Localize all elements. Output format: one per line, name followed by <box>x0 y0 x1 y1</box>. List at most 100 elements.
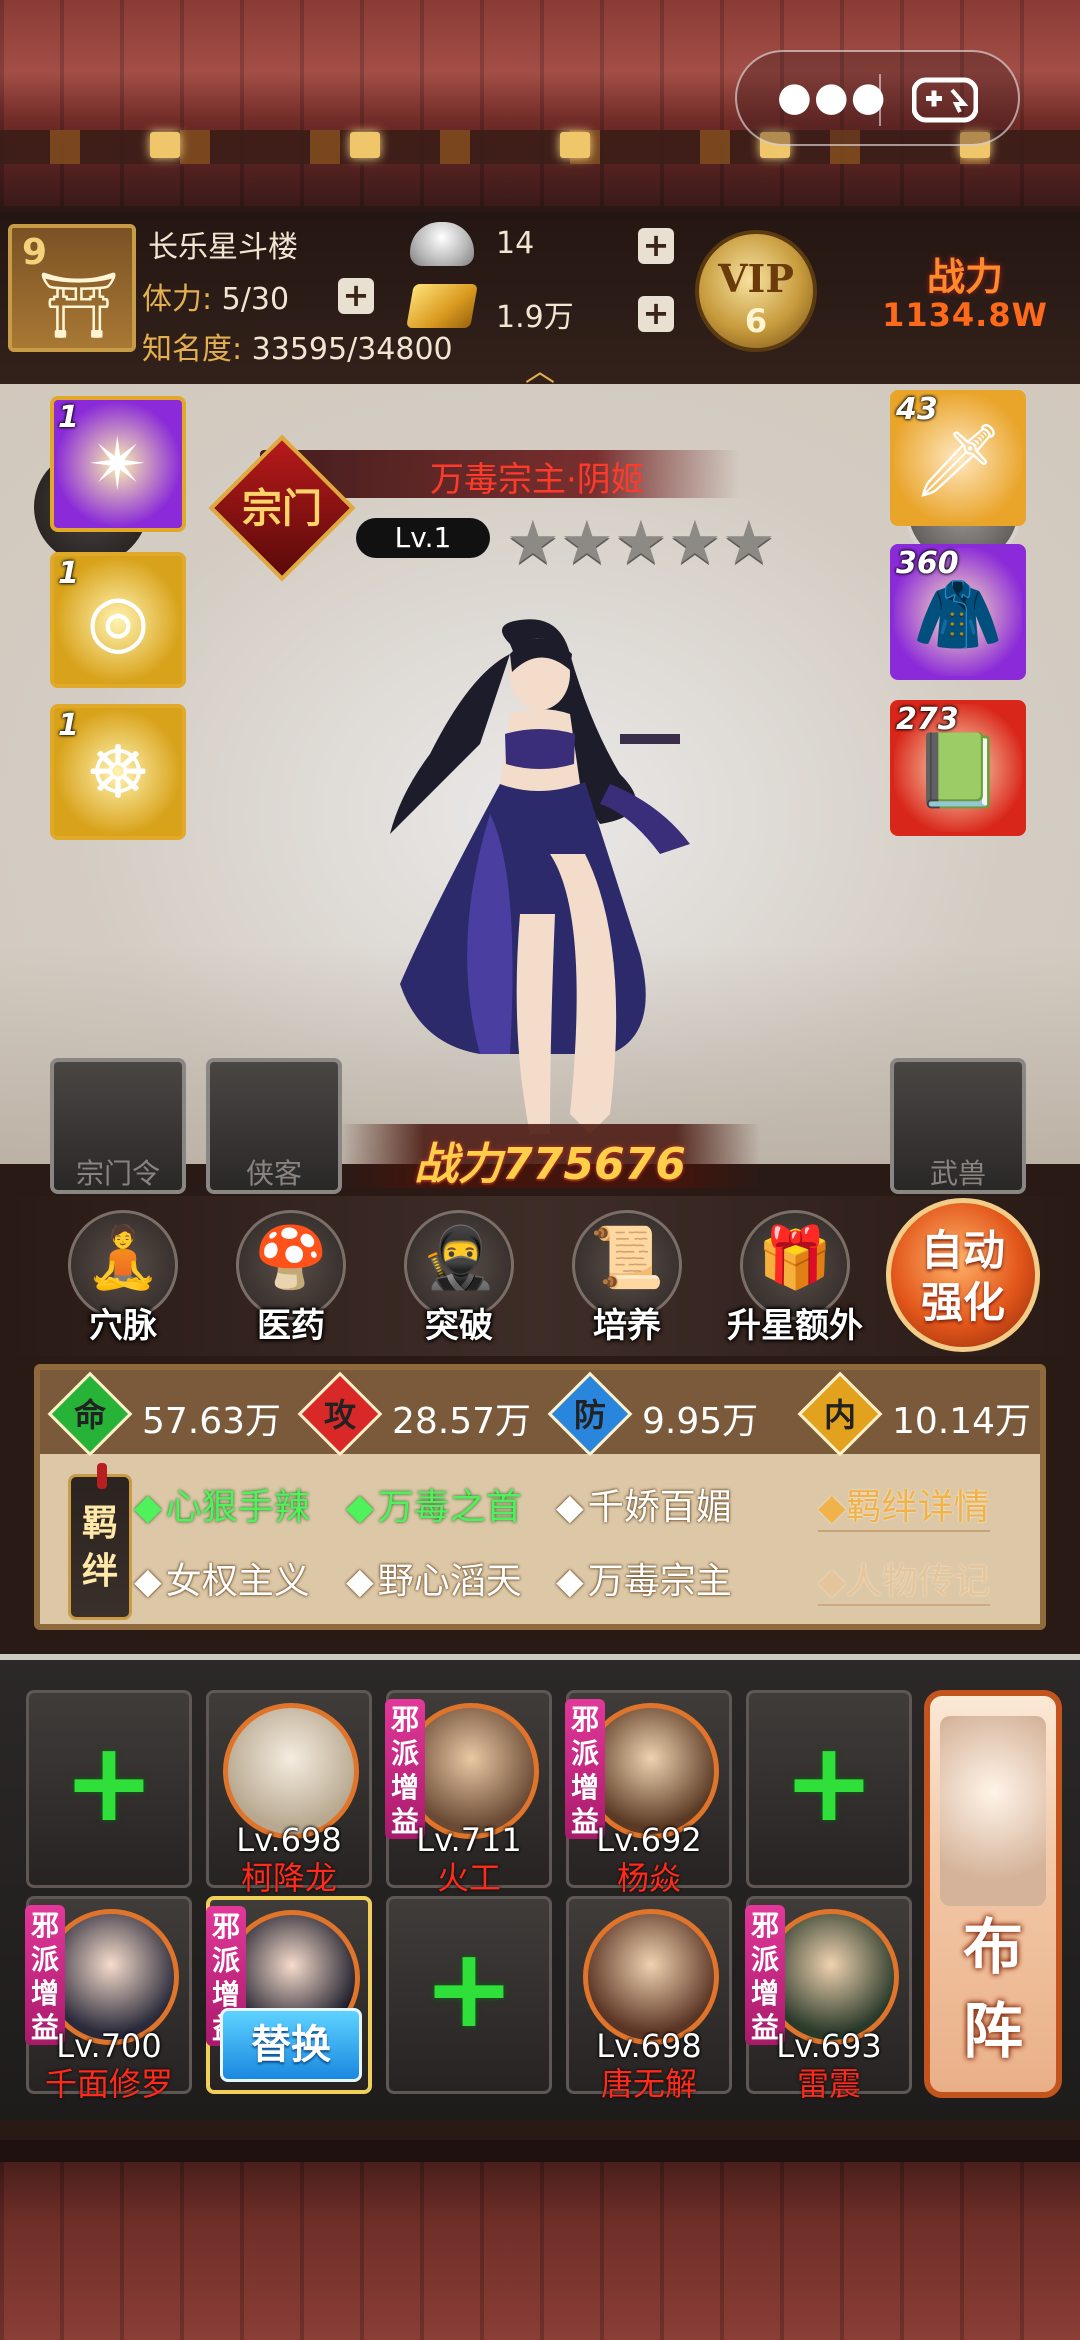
add-stamina-button[interactable]: + <box>338 278 374 314</box>
breakthrough-label: 突破 <box>425 1306 493 1346</box>
stats-panel: 命 57.63万 攻 28.57万 防 9.95万 内 10.14万 羁绊 ◆ 心… <box>34 1364 1046 1630</box>
medicine-button[interactable]: 🍄 医药 <box>226 1210 356 1360</box>
team-slot[interactable]: Lv.698 柯降龙 <box>206 1690 372 1897</box>
add-hero-icon: + <box>422 1924 516 2052</box>
star-icon: ★ <box>668 508 722 578</box>
sect-token-slot[interactable]: 宗门令 <box>50 1058 186 1194</box>
hp-stat: 命 57.63万 <box>47 1371 290 1457</box>
train-button[interactable]: 📜 培养 <box>562 1210 692 1360</box>
auto-strengthen-button[interactable]: 自动 强化 <box>886 1198 1040 1352</box>
diamond-icon: ◆ <box>556 1561 584 1602</box>
companion-slot[interactable]: 侠客 <box>206 1058 342 1194</box>
bond-detail-text: 羁绊详情 <box>845 1487 990 1528</box>
hp-label: 命 <box>73 1396 106 1434</box>
add-gold-button[interactable]: + <box>638 296 674 332</box>
team-slot[interactable]: 邪派增益 Lv.693 雷震 <box>745 1896 912 2103</box>
add-silver-button[interactable]: + <box>638 228 674 264</box>
evil-faction-boost-tag: 邪派增益 <box>385 1699 425 1839</box>
companion-label: 侠客 <box>245 1157 302 1190</box>
cloak-icon: 🧥 <box>913 572 1003 656</box>
bond-item[interactable]: ◆ 万毒宗主 <box>556 1552 732 1604</box>
bond-text: 万毒宗主 <box>587 1561 732 1602</box>
dagger-icon: 🗡 <box>912 418 1004 502</box>
herb-icon: 🍄 <box>253 1223 329 1293</box>
player-avatar[interactable]: 9 ⛩ <box>8 224 136 352</box>
diamond-icon: ◆ <box>818 1561 846 1602</box>
bond-item[interactable]: ◆ 女权主义 <box>134 1552 310 1604</box>
team-hero-name: 雷震 <box>796 2065 861 2103</box>
biography-link[interactable]: ◆人物传记 <box>818 1552 990 1606</box>
meridian-label: 穴脉 <box>89 1306 157 1346</box>
bond-text: 野心滔天 <box>377 1561 522 1602</box>
diamond-icon: ◆ <box>346 1561 374 1602</box>
team-slot-empty[interactable]: + <box>386 1896 552 2094</box>
equipment-armor[interactable]: 🧥 360 <box>890 544 1026 680</box>
formation-label: 布阵 <box>963 1913 1023 2067</box>
inner-stat: 内 10.14万 <box>797 1371 1040 1457</box>
hero-power-value: 战力775676 <box>414 1139 686 1190</box>
team-slot[interactable]: 邪派增益 Lv.700 千面修罗 <box>25 1896 192 2103</box>
bond-pin <box>97 1463 107 1489</box>
evil-faction-boost-tag: 邪派增益 <box>565 1699 605 1839</box>
beast-slot[interactable]: 武兽 <box>890 1058 1026 1194</box>
formation-button[interactable]: 布阵 <box>924 1690 1062 2098</box>
manual-book-icon: 📗 <box>913 728 1003 812</box>
gamepad-icon[interactable] <box>912 76 978 124</box>
bond-detail-link[interactable]: ◆羁绊详情 <box>818 1478 990 1532</box>
scroll-icon: 📜 <box>589 1223 665 1293</box>
more-dots-icon[interactable]: ●●● <box>777 74 888 120</box>
bond-item[interactable]: ◆ 野心滔天 <box>346 1552 522 1604</box>
skill-slot-2[interactable]: ◎ 1 <box>50 552 186 688</box>
star-up-extra-label: 升星额外 <box>727 1306 863 1346</box>
team-slot-current-hero[interactable]: 邪派增益 替换 <box>206 1896 372 2094</box>
star-up-extra-button[interactable]: 🎁 升星额外 <box>727 1210 863 1360</box>
bond-item[interactable]: ◆ 万毒之首 <box>346 1478 522 1530</box>
bond-item[interactable]: ◆ 千娇百媚 <box>556 1478 732 1530</box>
skill-slot-1[interactable]: ✴ 1 <box>50 396 186 532</box>
team-slot-empty[interactable]: + <box>746 1690 912 1888</box>
skill-slot-3[interactable]: ☸ 1 <box>50 704 186 840</box>
team-hero-name: 千面修罗 <box>44 2065 173 2103</box>
team-hero-name: 唐无解 <box>600 2065 697 2103</box>
team-hero-name: 火工 <box>436 1859 501 1897</box>
treasure-icon: 🎁 <box>757 1223 833 1293</box>
team-slot[interactable]: Lv.698 唐无解 <box>566 1896 732 2103</box>
skill-level: 1 <box>58 400 79 435</box>
total-power-label: 战力 <box>926 255 1003 299</box>
defense-value: 9.95万 <box>642 1401 759 1442</box>
defense-stat: 防 9.95万 <box>547 1371 790 1457</box>
replace-button[interactable]: 替换 <box>220 2008 362 2082</box>
auto-strengthen-label: 自动 强化 <box>920 1226 1005 1327</box>
attack-stat: 攻 28.57万 <box>297 1371 540 1457</box>
diamond-icon: ◆ <box>556 1487 584 1528</box>
breakthrough-button[interactable]: 🥷 突破 <box>394 1210 524 1360</box>
team-hero-name: 杨焱 <box>616 1859 681 1897</box>
lantern <box>350 132 380 158</box>
bond-item[interactable]: ◆ 心狠手辣 <box>134 1478 310 1530</box>
diamond-icon: ◆ <box>818 1487 846 1528</box>
hero-name: 万毒宗主·阴姬 <box>430 460 645 500</box>
equipment-manual[interactable]: 📗 273 <box>890 700 1026 836</box>
total-power-value: 1134.8W <box>882 296 1048 334</box>
equipment-weapon[interactable]: 🗡 43 <box>890 390 1026 526</box>
evil-faction-boost-tag: 邪派增益 <box>745 1905 785 2045</box>
stamina-row: 体力: 5/30 <box>142 274 289 318</box>
team-slot[interactable]: 邪派增益 Lv.692 杨焱 <box>565 1690 732 1897</box>
beast-label: 武兽 <box>929 1157 986 1190</box>
team-slot-empty[interactable]: + <box>26 1690 192 1888</box>
gold-ingot-icon <box>406 284 478 328</box>
star-icon: ★ <box>560 508 614 578</box>
hero-portrait <box>583 1909 719 2045</box>
attribute-bar: 命 57.63万 攻 28.57万 防 9.95万 内 10.14万 <box>40 1370 1040 1457</box>
diamond-icon: ◆ <box>346 1487 374 1528</box>
meridian-button[interactable]: 🧘 穴脉 <box>58 1210 188 1360</box>
team-slot[interactable]: 邪派增益 Lv.711 火工 <box>385 1690 552 1897</box>
add-hero-icon: + <box>62 1718 156 1846</box>
bond-text: 万毒之首 <box>377 1487 522 1528</box>
sect-badge-label: 宗门 <box>242 485 322 532</box>
vip-badge[interactable]: VIP 6 <box>695 230 817 352</box>
equipment-level: 360 <box>896 546 959 581</box>
add-hero-icon: + <box>782 1718 876 1846</box>
roof-edge <box>0 2140 1080 2162</box>
bond-text: 女权主义 <box>165 1561 310 1602</box>
